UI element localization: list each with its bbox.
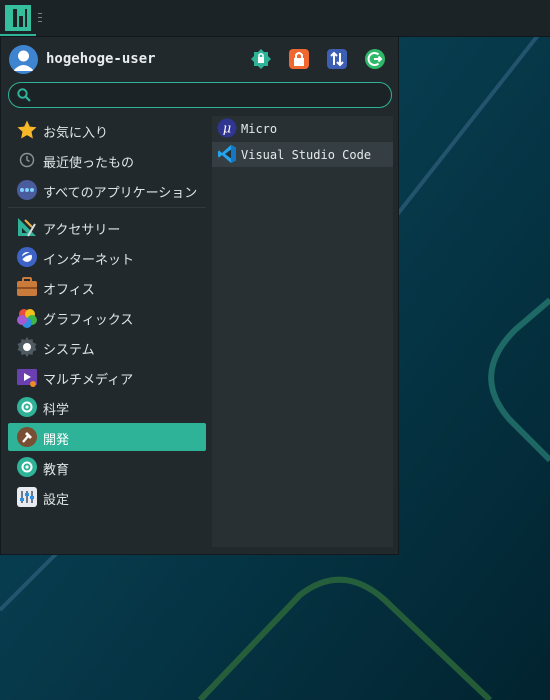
category-label: インターネット xyxy=(43,253,135,268)
system-icon xyxy=(17,337,37,357)
category-label: すべてのアプリケーション xyxy=(43,186,198,201)
education-icon xyxy=(17,457,37,477)
category-accessories[interactable]: アクセサリー xyxy=(8,213,206,241)
app-label: Micro xyxy=(241,122,278,136)
panel-handle-icon[interactable] xyxy=(38,12,42,24)
multimedia-icon xyxy=(17,369,37,387)
internet-icon xyxy=(17,247,37,267)
category-label: 設定 xyxy=(43,493,70,508)
category-label: アクセサリー xyxy=(43,223,121,238)
switch-user-icon[interactable] xyxy=(326,48,348,70)
application-menu-button[interactable] xyxy=(0,0,36,36)
category-label: グラフィックス xyxy=(43,313,134,328)
micro-icon: μ xyxy=(217,118,237,138)
accessories-icon xyxy=(18,218,36,237)
app-item-vscode[interactable]: Visual Studio Code xyxy=(212,142,393,167)
graphics-icon xyxy=(17,309,37,328)
category-label: マルチメディア xyxy=(43,373,134,388)
category-label: 最近使ったもの xyxy=(43,156,135,171)
logout-icon[interactable] xyxy=(364,48,386,70)
category-development[interactable]: 開発 xyxy=(8,423,206,451)
user-name: hogehoge-user xyxy=(46,51,156,67)
category-education[interactable]: 教育 xyxy=(8,453,206,481)
application-list: μ Micro Visual Studio Code xyxy=(212,116,393,547)
category-graphics[interactable]: グラフィックス xyxy=(8,303,206,331)
all-apps-icon xyxy=(17,180,37,200)
star-icon xyxy=(17,120,37,139)
category-label: 開発 xyxy=(43,433,70,448)
category-list: お気に入り 最近使ったもの すべてのアプリケーション アクセサリー インターネッ… xyxy=(8,116,206,513)
whisker-menu: hogehoge-user お気に入り 最近使ったもの すべてのアプリケーション… xyxy=(0,37,399,555)
svg-text:μ: μ xyxy=(223,122,231,137)
category-science[interactable]: 科学 xyxy=(8,393,206,421)
category-all-applications[interactable]: すべてのアプリケーション xyxy=(8,176,206,204)
category-label: オフィス xyxy=(43,283,95,298)
taskbar xyxy=(0,0,550,37)
category-office[interactable]: オフィス xyxy=(8,273,206,301)
science-icon xyxy=(17,397,37,417)
search-box[interactable] xyxy=(8,82,392,108)
lock-icon[interactable] xyxy=(288,48,310,70)
user-avatar-icon xyxy=(13,50,34,71)
category-label: 科学 xyxy=(43,403,70,418)
avatar[interactable] xyxy=(9,45,38,74)
category-system[interactable]: システム xyxy=(8,333,206,361)
app-item-micro[interactable]: μ Micro xyxy=(212,116,393,141)
category-internet[interactable]: インターネット xyxy=(8,243,206,271)
category-favorites[interactable]: お気に入り xyxy=(8,116,206,144)
vscode-icon xyxy=(218,145,236,163)
category-separator xyxy=(8,207,206,208)
category-label: 教育 xyxy=(43,463,70,478)
search-icon xyxy=(17,88,31,102)
office-icon xyxy=(17,277,37,296)
category-settings[interactable]: 設定 xyxy=(8,483,206,511)
settings-icon xyxy=(17,487,37,507)
clock-icon xyxy=(19,152,35,168)
category-recent[interactable]: 最近使ったもの xyxy=(8,146,206,174)
category-label: システム xyxy=(43,343,95,358)
manjaro-logo-icon xyxy=(5,5,31,31)
category-multimedia[interactable]: マルチメディア xyxy=(8,363,206,391)
app-label: Visual Studio Code xyxy=(241,148,372,162)
development-icon xyxy=(17,427,37,447)
user-row: hogehoge-user xyxy=(9,45,394,75)
search-input[interactable] xyxy=(37,86,381,106)
lock-screen-icon[interactable] xyxy=(250,48,272,70)
category-label: お気に入り xyxy=(43,126,109,141)
